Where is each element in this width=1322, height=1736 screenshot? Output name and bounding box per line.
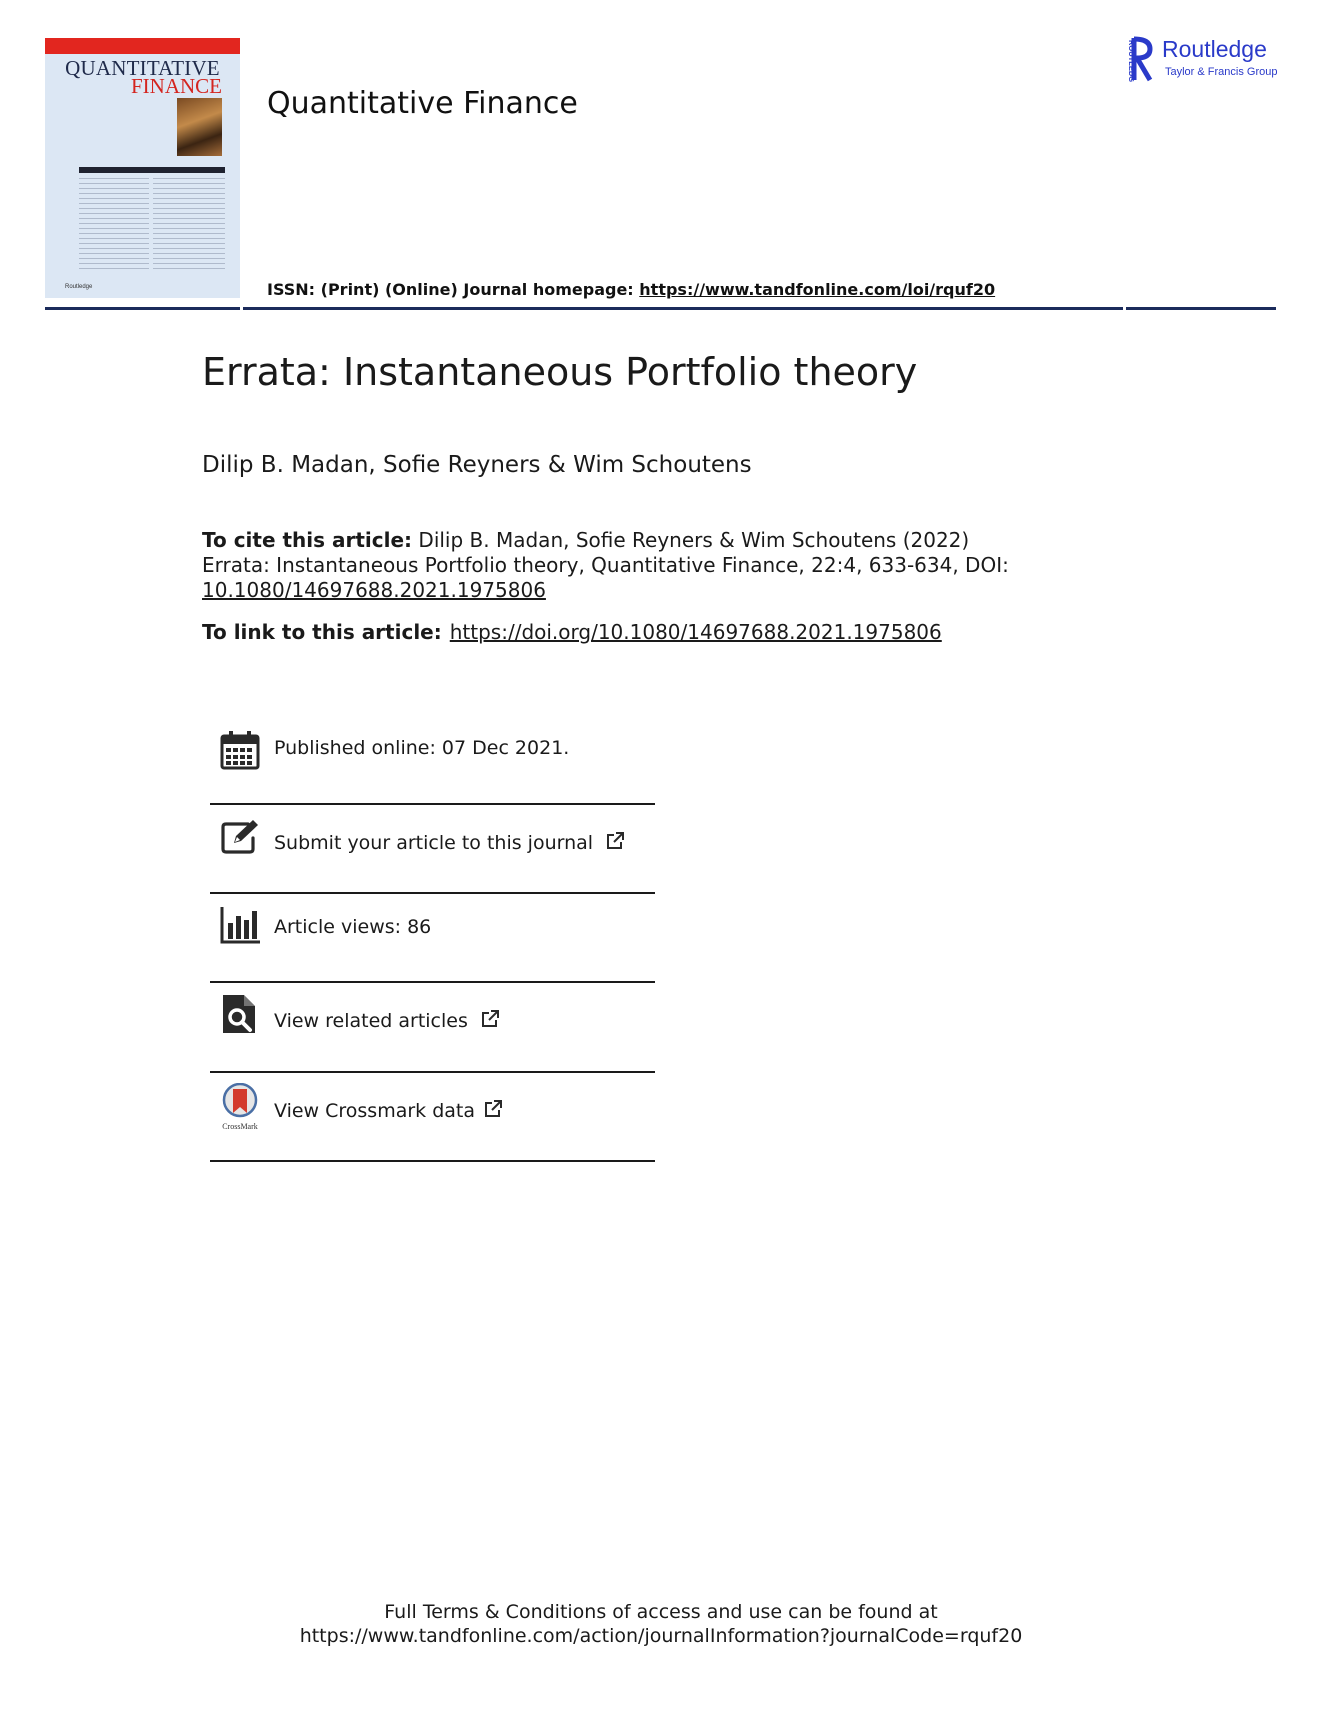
- cite-label: To cite this article:: [202, 528, 413, 552]
- crossmark-link[interactable]: View Crossmark data: [274, 1099, 503, 1122]
- cite-doi-link[interactable]: 10.1080/14697688.2021.1975806: [202, 578, 546, 602]
- article-views: Article views: 86: [274, 916, 432, 938]
- article-doi-url-link[interactable]: https://doi.org/10.1080/14697688.2021.19…: [450, 620, 942, 644]
- bar-chart-icon: [220, 907, 260, 944]
- crossmark-icon: CrossMark: [222, 1083, 258, 1131]
- cite-line1: Dilip B. Madan, Sofie Reyners & Wim Scho…: [412, 528, 970, 552]
- routledge-logo: ROUTLEDGE Routledge Taylor & Francis Gro…: [1124, 36, 1284, 82]
- cite-line2: Errata: Instantaneous Portfolio theory, …: [202, 553, 1009, 577]
- link-block: To link to this article: https://doi.org/…: [202, 620, 942, 644]
- divider: [210, 1160, 655, 1162]
- published-online: Published online: 07 Dec 2021.: [274, 737, 570, 759]
- issn-line: ISSN: (Print) (Online) Journal homepage:…: [267, 280, 995, 299]
- cover-column-gap: [149, 178, 153, 273]
- related-articles-label: View related articles: [274, 1010, 468, 1032]
- divider: [210, 981, 655, 983]
- routledge-name: Routledge: [1162, 36, 1267, 62]
- footer-line1: Full Terms & Conditions of access and us…: [384, 1601, 938, 1623]
- divider: [210, 892, 655, 894]
- journal-cover-image: QUANTITATIVE FINANCE Routledge: [45, 38, 240, 298]
- journal-homepage-link[interactable]: https://www.tandfonline.com/loi/rquf20: [639, 280, 995, 299]
- external-link-icon: [481, 1010, 499, 1027]
- external-link-icon: [607, 832, 625, 849]
- link-label: To link to this article:: [202, 620, 442, 644]
- footer: Full Terms & Conditions of access and us…: [0, 1600, 1322, 1648]
- document-search-icon: [223, 995, 255, 1033]
- edit-icon: [221, 820, 258, 854]
- footer-terms-url[interactable]: https://www.tandfonline.com/action/journ…: [0, 1624, 1322, 1648]
- article-title: Errata: Instantaneous Portfolio theory: [202, 350, 918, 394]
- related-articles-link[interactable]: View related articles: [274, 1009, 500, 1032]
- cover-publisher-mark: Routledge: [65, 284, 93, 290]
- issn-prefix: ISSN: (Print) (Online) Journal homepage:: [267, 280, 640, 299]
- journal-title: Quantitative Finance: [267, 86, 578, 121]
- cover-red-band: [45, 38, 240, 54]
- cover-photo: [177, 98, 222, 156]
- divider: [210, 1071, 655, 1073]
- calendar-icon: [220, 731, 260, 770]
- routledge-group: Taylor & Francis Group: [1165, 66, 1278, 78]
- submit-article-link[interactable]: Submit your article to this journal: [274, 831, 625, 854]
- cover-contents-strip: [79, 167, 225, 173]
- crossmark-label: View Crossmark data: [274, 1100, 476, 1122]
- header-rule: [45, 307, 1276, 310]
- external-link-icon: [485, 1100, 503, 1117]
- routledge-r-mark-icon: ROUTLEDGE: [1127, 36, 1153, 82]
- article-authors: Dilip B. Madan, Sofie Reyners & Wim Scho…: [202, 452, 752, 478]
- submit-article-label: Submit your article to this journal: [274, 832, 594, 854]
- cite-block: To cite this article: Dilip B. Madan, So…: [202, 528, 1102, 603]
- crossmark-caption: CrossMark: [222, 1122, 258, 1131]
- divider: [210, 803, 655, 805]
- cover-title-line2: FINANCE: [130, 74, 222, 98]
